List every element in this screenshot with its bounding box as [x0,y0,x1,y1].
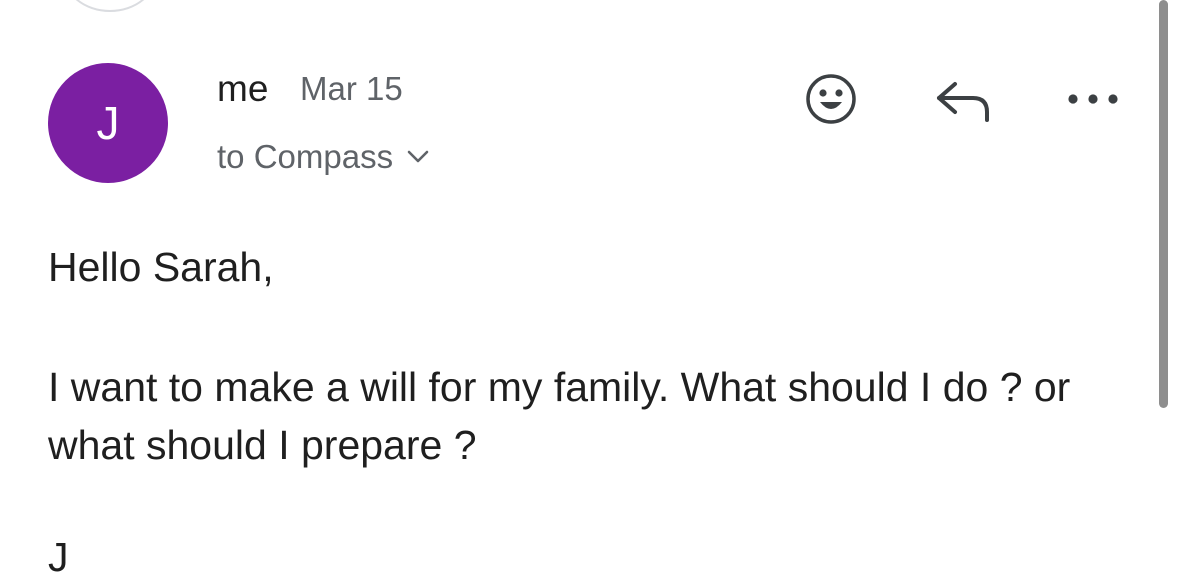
add-reaction-button[interactable] [803,71,859,127]
scrollbar[interactable] [1159,0,1168,408]
greeting-line: Hello Sarah, [48,244,274,290]
message-date: Mar 15 [300,70,403,107]
previous-avatar-outline [62,0,158,12]
body-paragraph: I want to make a will for my family. Wha… [48,364,1071,468]
reply-arrow-icon [937,82,989,122]
message-body: Hello Sarah, I want to make a will for m… [48,238,1148,474]
smiley-icon [806,74,856,124]
chevron-down-icon [407,150,429,163]
recipients-label: to Compass [217,138,394,175]
recipients-toggle[interactable]: to Compass [217,138,429,176]
more-options-button[interactable] [1064,84,1122,114]
more-horizontal-icon [1068,94,1118,104]
sender-name: me [217,68,269,109]
body-next-line: J [48,534,69,580]
sender-avatar[interactable]: J [48,63,168,183]
avatar-initial: J [96,97,120,149]
reply-button[interactable] [932,76,994,124]
